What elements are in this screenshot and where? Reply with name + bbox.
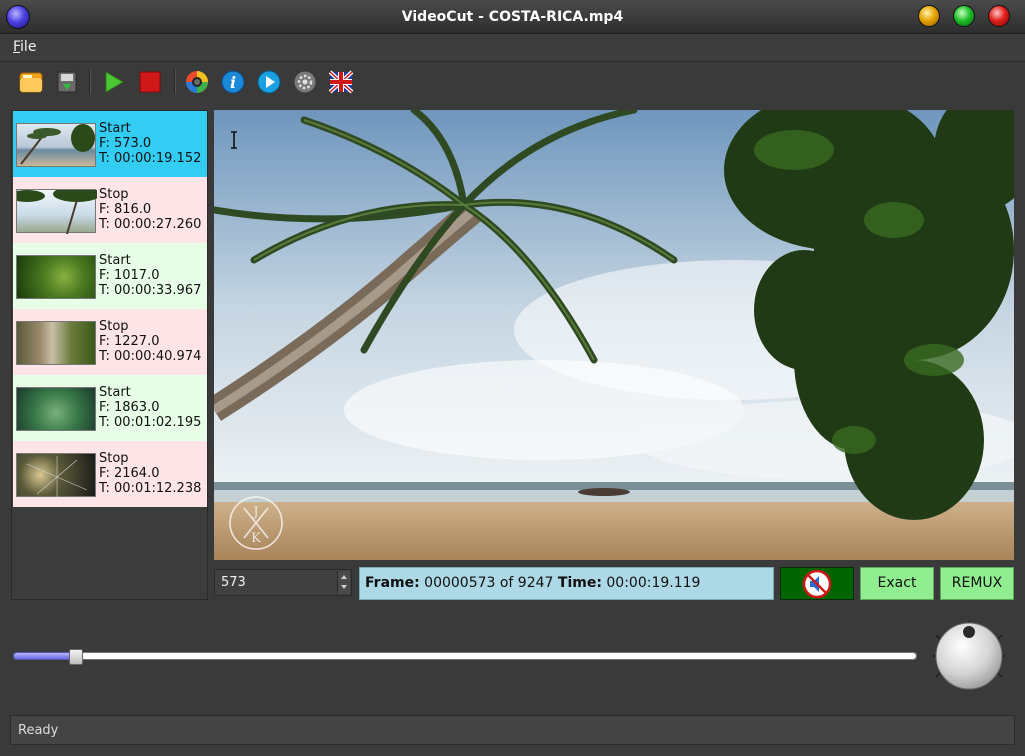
slider-handle[interactable]	[69, 649, 83, 665]
thumbnail	[16, 387, 96, 431]
marker-time: T: 00:00:19.152	[99, 151, 202, 166]
muted-speaker-icon	[802, 569, 832, 599]
frame-number-spinbox[interactable]: 573	[214, 569, 352, 596]
spinbox-arrows[interactable]	[337, 571, 350, 594]
marker-time: T: 00:00:33.967	[99, 283, 202, 298]
minimize-button[interactable]	[918, 5, 940, 27]
language-flag-icon[interactable]	[328, 69, 354, 95]
frame-info-display: Frame: 00000573 of 9247 Time: 00:00:19.1…	[359, 567, 774, 600]
time-value: 00:00:19.119	[606, 575, 701, 591]
slider-groove[interactable]	[13, 652, 917, 660]
marker-text: Start F: 573.0 T: 00:00:19.152	[99, 121, 201, 166]
marker-text: Start F: 1017.0 T: 00:00:33.967	[99, 253, 201, 298]
frame-label: Frame:	[365, 575, 420, 591]
play-icon[interactable]	[101, 69, 127, 95]
svg-text:K: K	[251, 531, 261, 546]
marker-frame: F: 1863.0	[99, 400, 160, 415]
marker-text: Stop F: 1227.0 T: 00:00:40.974	[99, 319, 201, 364]
time-label: Time:	[557, 575, 602, 591]
media-play-icon[interactable]	[256, 69, 282, 95]
marker-item[interactable]: Stop F: 2164.0 T: 00:01:12.238	[13, 441, 207, 507]
frame-number-value[interactable]: 573	[221, 575, 246, 590]
marker-type: Start	[99, 385, 131, 400]
marker-time: T: 00:00:40.974	[99, 349, 202, 364]
status-panel: Ready	[10, 715, 1015, 745]
marker-item[interactable]: Start F: 1017.0 T: 00:00:33.967	[13, 243, 207, 309]
svg-text:i: i	[230, 73, 236, 92]
toolbar-separator	[89, 70, 91, 94]
marker-frame: F: 816.0	[99, 202, 152, 217]
open-folder-icon[interactable]	[18, 69, 44, 95]
status-bar: Ready	[0, 712, 1025, 756]
marker-item[interactable]: Stop F: 816.0 T: 00:00:27.260	[9, 177, 207, 243]
marker-time: T: 00:01:12.238	[99, 481, 202, 496]
maximize-button[interactable]	[953, 5, 975, 27]
settings-icon[interactable]	[292, 69, 318, 95]
remux-button[interactable]: REMUX	[940, 567, 1014, 600]
spin-up-icon[interactable]	[341, 575, 347, 579]
mute-button[interactable]	[780, 567, 854, 600]
spin-down-icon[interactable]	[341, 585, 347, 589]
title-bar: VideoCut - COSTA-RICA.mp4	[0, 0, 1025, 34]
marker-item[interactable]: Start F: 573.0 T: 00:00:19.152	[13, 111, 207, 177]
marker-frame: F: 1227.0	[99, 334, 160, 349]
status-text: Ready	[18, 723, 59, 738]
toolbar: i	[0, 61, 1025, 101]
thumbnail	[16, 321, 96, 365]
marker-type: Stop	[99, 451, 129, 466]
menu-bar: File	[0, 34, 1025, 60]
marker-item[interactable]: Start F: 1863.0 T: 00:01:02.195	[13, 375, 207, 441]
thumbnail	[16, 255, 96, 299]
marker-type: Start	[99, 253, 131, 268]
marker-text: Stop F: 816.0 T: 00:00:27.260	[99, 187, 201, 232]
video-preview[interactable]: J K	[214, 110, 1014, 560]
marker-frame: F: 573.0	[99, 136, 152, 151]
marker-type: Start	[99, 121, 131, 136]
camera-icon[interactable]	[184, 69, 210, 95]
thumbnail	[16, 453, 96, 498]
exact-button[interactable]: Exact	[860, 567, 934, 600]
toolbar-separator	[174, 70, 176, 94]
window-title: VideoCut - COSTA-RICA.mp4	[401, 9, 624, 25]
thumbnail	[16, 123, 96, 167]
menu-file[interactable]: File	[13, 39, 36, 55]
position-slider[interactable]	[13, 649, 917, 665]
marker-text: Start F: 1863.0 T: 00:01:02.195	[99, 385, 201, 430]
info-icon[interactable]: i	[220, 69, 246, 95]
marker-type: Stop	[99, 187, 129, 202]
jog-dial[interactable]	[931, 620, 1007, 691]
stop-icon[interactable]	[137, 69, 163, 95]
save-icon[interactable]	[54, 69, 80, 95]
slider-fill	[13, 652, 76, 660]
marker-time: T: 00:01:02.195	[99, 415, 202, 430]
thumbnail	[9, 186, 101, 235]
marker-text: Stop F: 2164.0 T: 00:01:12.238	[99, 451, 201, 496]
marker-time: T: 00:00:27.260	[99, 217, 202, 232]
marker-frame: F: 2164.0	[99, 466, 160, 481]
svg-text:J: J	[251, 505, 258, 520]
marker-item[interactable]: Stop F: 1227.0 T: 00:00:40.974	[13, 309, 207, 375]
frame-value: 00000573 of 9247	[424, 575, 554, 591]
marker-list[interactable]: Start F: 573.0 T: 00:00:19.152 Stop F: 8…	[9, 110, 208, 600]
marker-frame: F: 1017.0	[99, 268, 160, 283]
marker-type: Stop	[99, 319, 129, 334]
close-button[interactable]	[988, 5, 1010, 27]
